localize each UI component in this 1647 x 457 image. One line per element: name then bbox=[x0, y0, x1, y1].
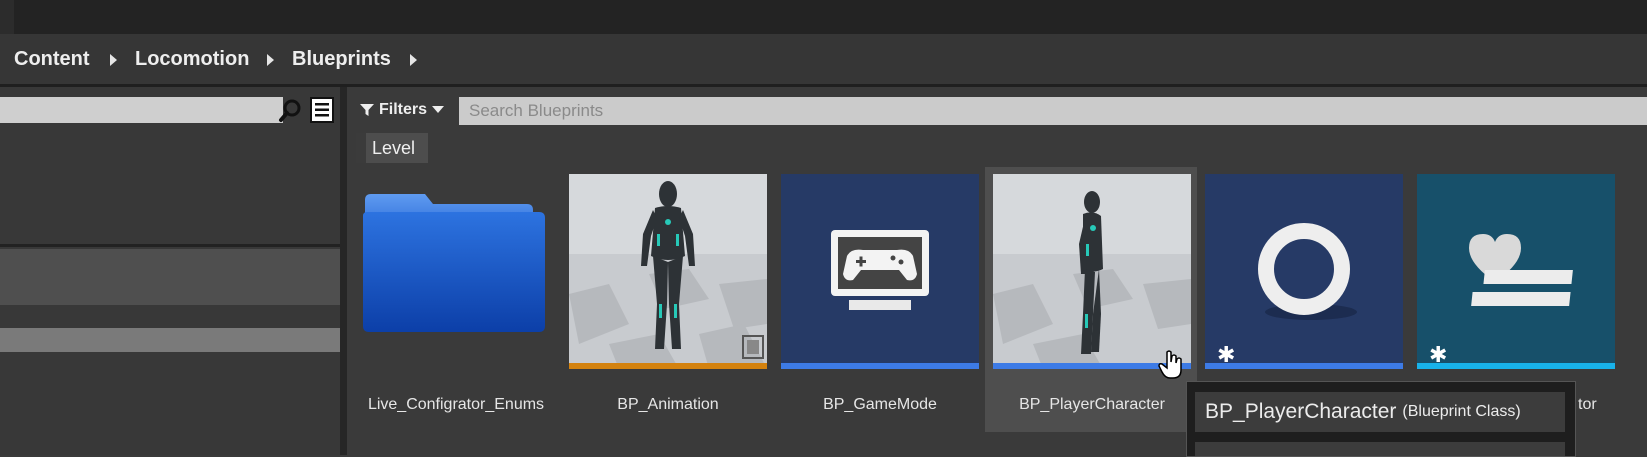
chevron-right-icon[interactable] bbox=[267, 54, 274, 66]
search-blueprints-field[interactable] bbox=[459, 97, 1647, 125]
chip-label: Level bbox=[372, 137, 416, 158]
asset-name-partial: tor bbox=[1578, 396, 1597, 413]
character-thumbnail bbox=[569, 174, 767, 369]
hand-cursor-icon bbox=[1158, 350, 1182, 379]
asset-name: Live_Configrator_Enums bbox=[367, 396, 545, 413]
folder-icon bbox=[363, 194, 545, 332]
asset-tooltip: BP_PlayerCharacter (Blueprint Class) bbox=[1186, 381, 1576, 457]
breadcrumb-item-blueprints[interactable]: Blueprints bbox=[292, 48, 391, 71]
asset-type-strip bbox=[781, 363, 979, 369]
filter-chip-level[interactable]: Level bbox=[356, 133, 428, 163]
breadcrumb: Content Locomotion Blueprints bbox=[0, 34, 1647, 87]
filters-button[interactable]: Filters bbox=[360, 98, 445, 122]
toolbar-notch bbox=[0, 0, 14, 34]
folder-search-input[interactable] bbox=[0, 97, 283, 123]
chevron-right-icon[interactable] bbox=[110, 54, 117, 66]
gamepad-monitor-icon bbox=[781, 174, 979, 369]
asset-name: BP_PlayerCharacter bbox=[1019, 396, 1165, 413]
chevron-right-icon[interactable] bbox=[410, 54, 417, 66]
panel-divider bbox=[0, 244, 340, 247]
folder-row-highlight[interactable] bbox=[0, 328, 340, 352]
asset-type-strip bbox=[569, 363, 767, 369]
tooltip-asset-name: BP_PlayerCharacter bbox=[1205, 400, 1397, 423]
ring-icon: ✱ bbox=[1205, 174, 1403, 369]
asset-name: BP_GameMode bbox=[823, 396, 937, 413]
asset-type-strip bbox=[1205, 363, 1403, 369]
filter-icon bbox=[360, 104, 374, 116]
tooltip-asset-type: (Blueprint Class) bbox=[1402, 403, 1521, 420]
character-thumbnail bbox=[993, 174, 1191, 369]
folder-row[interactable] bbox=[0, 249, 340, 305]
filters-label: Filters bbox=[379, 101, 428, 118]
search-icon[interactable] bbox=[278, 97, 304, 123]
chip-color-bar bbox=[356, 133, 366, 163]
breadcrumb-item-locomotion[interactable]: Locomotion bbox=[135, 48, 249, 71]
asset-name: BP_Animation bbox=[617, 396, 719, 413]
search-input[interactable] bbox=[459, 97, 1647, 125]
tooltip-body bbox=[1195, 442, 1565, 456]
top-toolbar bbox=[0, 0, 1647, 34]
chevron-down-icon bbox=[432, 106, 445, 113]
view-options-icon[interactable] bbox=[310, 96, 334, 124]
tooltip-header: BP_PlayerCharacter (Blueprint Class) bbox=[1195, 392, 1565, 432]
folder-tree-panel bbox=[0, 87, 340, 455]
panel-splitter[interactable] bbox=[340, 87, 347, 455]
breadcrumb-item-content[interactable]: Content bbox=[14, 48, 90, 71]
heart-list-icon: ✱ bbox=[1417, 174, 1615, 369]
asset-type-strip bbox=[1417, 363, 1615, 369]
